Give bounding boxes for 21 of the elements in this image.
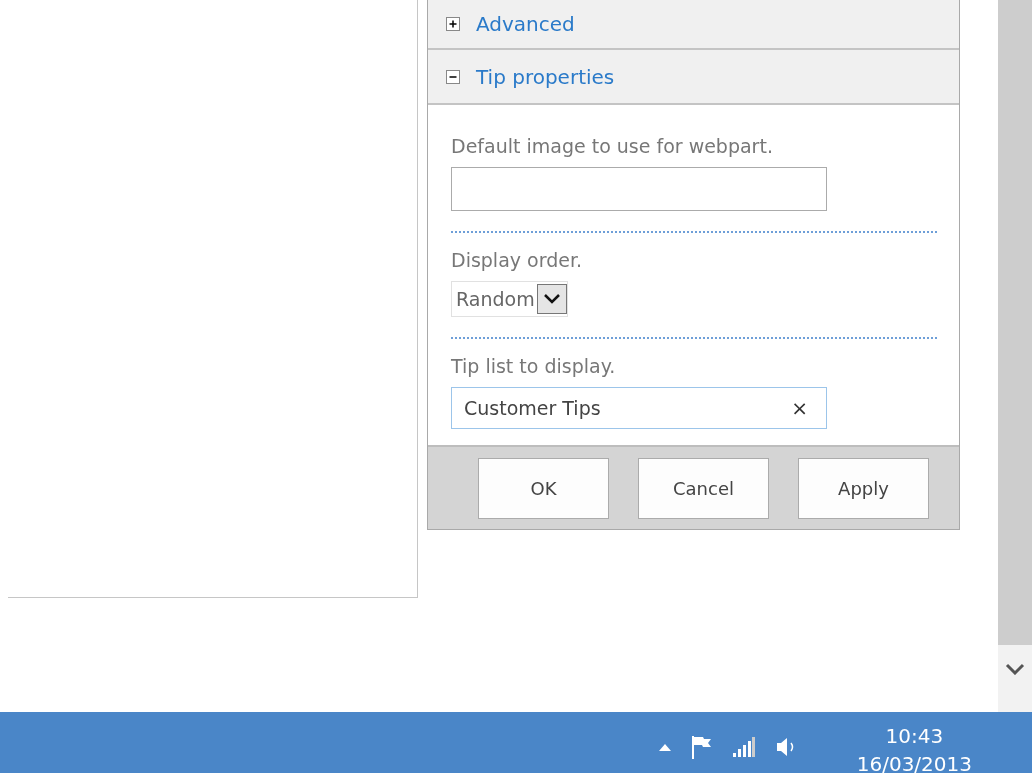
caret-up-icon[interactable] <box>658 743 671 751</box>
lookup-field[interactable]: Customer Tips × <box>451 387 827 429</box>
collapse-icon <box>446 69 460 84</box>
text-field[interactable] <box>451 167 827 211</box>
expand-icon <box>446 17 460 31</box>
field-label: Tip list to display. <box>451 355 617 377</box>
signal-bars-icon[interactable] <box>732 737 755 757</box>
dropdown[interactable]: Random <box>451 281 568 317</box>
chevron-down-icon[interactable] <box>1005 663 1025 675</box>
clear-button[interactable]: × <box>791 396 808 420</box>
dialog-button[interactable]: Apply <box>798 457 929 519</box>
section-header[interactable]: Tip properties <box>428 50 959 105</box>
field-label: Default image to use for webpart. <box>451 135 774 157</box>
dialog-button[interactable]: Cancel <box>638 457 769 519</box>
chevron-down-icon <box>542 293 561 305</box>
flag-icon[interactable] <box>690 735 713 759</box>
field-label: Display order. <box>451 249 584 271</box>
dialog-button[interactable]: OK <box>478 457 609 519</box>
section-header[interactable]: Advanced <box>428 0 959 50</box>
clock[interactable]: 10:43 16/03/2013 <box>856 722 972 773</box>
scrollbar[interactable] <box>998 0 1032 712</box>
